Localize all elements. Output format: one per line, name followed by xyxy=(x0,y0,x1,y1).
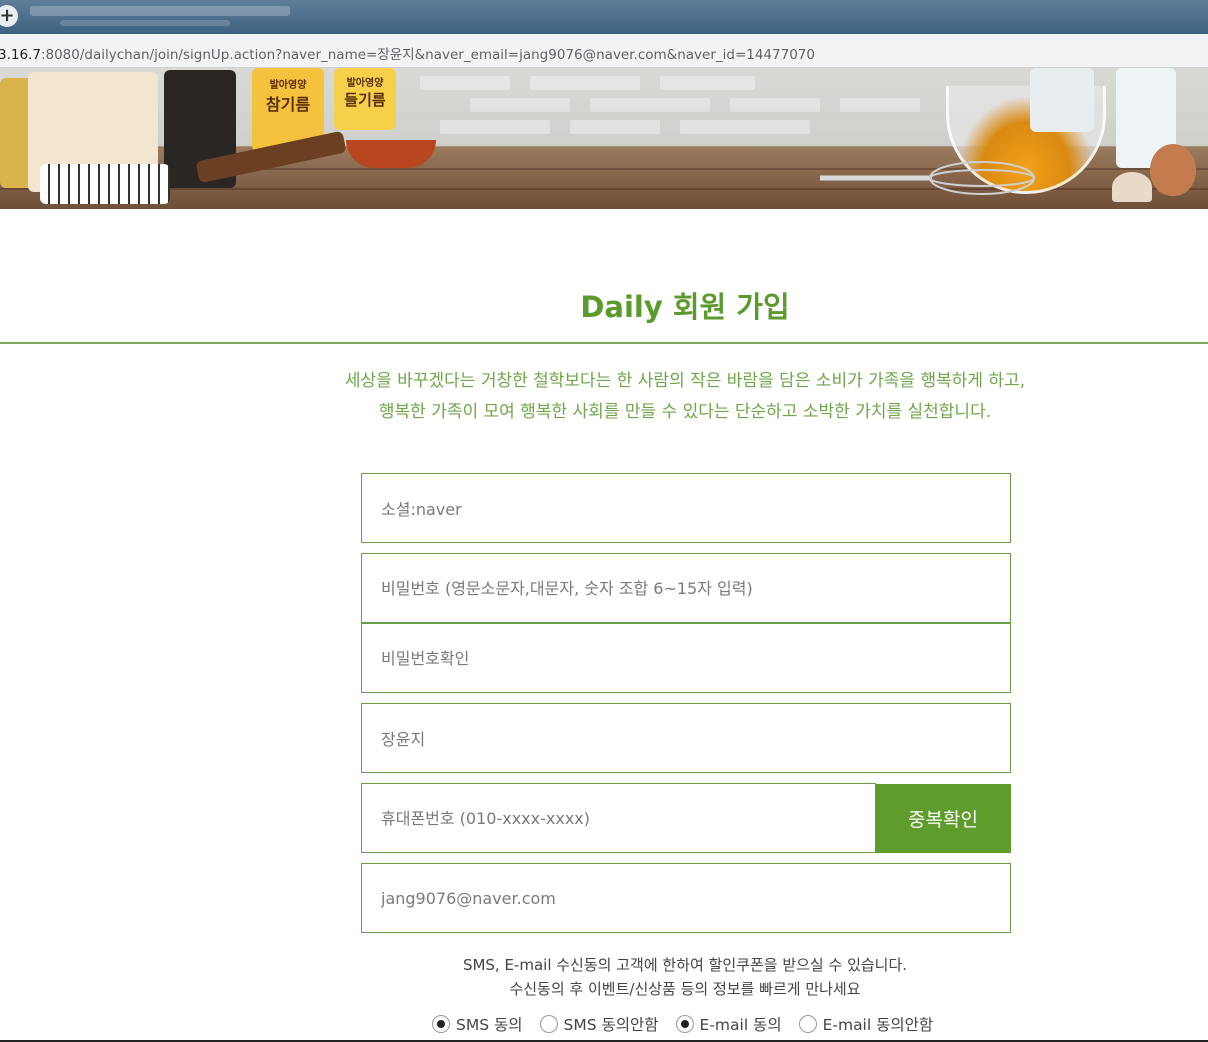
consent-notice-line-2: 수신동의 후 이벤트/신상품 등의 정보를 빠르게 만나세요 xyxy=(509,980,861,998)
radio-label: SMS 동의안함 xyxy=(563,1016,659,1034)
consent-notice: SMS, E-mail 수신동의 고객에 한하여 할인쿠폰을 받으실 수 있습니… xyxy=(0,953,1208,1001)
wall-brick xyxy=(440,120,550,134)
email-field[interactable] xyxy=(361,863,1011,933)
radio-label: E-mail 동의 xyxy=(699,1016,782,1034)
email-agree-radio[interactable]: E-mail 동의 xyxy=(675,1013,782,1035)
password-input[interactable] xyxy=(381,578,1010,598)
title-divider xyxy=(0,342,1208,344)
url-host: 3.16.7 xyxy=(0,47,41,63)
name-field[interactable] xyxy=(361,703,1011,773)
sms-disagree-radio[interactable]: SMS 동의안함 xyxy=(539,1013,659,1035)
radio-unselected-icon[interactable] xyxy=(539,1015,558,1033)
wall-brick xyxy=(660,76,755,90)
url-text[interactable]: 3.16.7:8080/dailychan/join/signUp.action… xyxy=(0,43,815,63)
page-title: Daily 회원 가입 xyxy=(580,290,790,324)
eggshell xyxy=(1112,172,1152,202)
egg xyxy=(1150,144,1196,196)
jar-label: 참기름 xyxy=(265,95,311,114)
wall-brick xyxy=(530,76,640,90)
social-input[interactable] xyxy=(381,498,1010,518)
jar-top-label: 발아영양 xyxy=(346,78,384,89)
radio-label: SMS 동의 xyxy=(456,1016,523,1034)
intro-line-2: 행복한 가족이 모여 행복한 사회를 만들 수 있다는 단순하고 소박한 가치를… xyxy=(378,402,992,422)
phone-field[interactable] xyxy=(361,783,876,853)
address-bar[interactable]: 3.16.7:8080/dailychan/join/signUp.action… xyxy=(0,34,1208,68)
browser-tab-strip: + xyxy=(0,0,1208,34)
duplicate-check-button[interactable]: 중복확인 xyxy=(875,784,1011,853)
tab-subtitle-placeholder xyxy=(60,20,230,26)
password-field[interactable] xyxy=(361,553,1011,623)
tab-title-placeholder[interactable] xyxy=(30,6,290,16)
consent-radio-group: SMS 동의 SMS 동의안함 E-mail 동의 E-mail 동의안함 xyxy=(432,1012,950,1036)
jar-label: 들기름 xyxy=(344,91,386,109)
wall-brick xyxy=(590,98,710,112)
social-field[interactable] xyxy=(361,473,1011,543)
wall-brick xyxy=(840,98,920,112)
sms-agree-radio[interactable]: SMS 동의 xyxy=(432,1013,523,1035)
radio-selected-icon[interactable] xyxy=(432,1015,450,1033)
whisk-icon xyxy=(820,161,1035,195)
password-confirm-field[interactable] xyxy=(361,623,1011,693)
radio-unselected-icon[interactable] xyxy=(798,1015,817,1033)
perilla-oil-bottle: 발아영양 들기름 xyxy=(334,68,396,130)
radio-selected-icon[interactable] xyxy=(675,1015,694,1033)
url-path: :8080/dailychan/join/signUp.action?naver… xyxy=(40,47,815,63)
email-input[interactable] xyxy=(381,888,1010,908)
milk-carton xyxy=(1030,68,1094,132)
hero-banner: 발아영양 참기름 발아영양 들기름 xyxy=(0,68,1208,209)
wall-brick xyxy=(470,98,570,112)
wall-brick xyxy=(570,120,660,134)
password-confirm-input[interactable] xyxy=(381,648,1010,668)
consent-notice-line-1: SMS, E-mail 수신동의 고객에 한하여 할인쿠폰을 받으실 수 있습니… xyxy=(462,956,908,974)
jar-top-label: 발아영양 xyxy=(269,80,307,91)
phone-input[interactable] xyxy=(381,808,875,828)
radio-label: E-mail 동의안함 xyxy=(822,1016,934,1034)
wall-brick xyxy=(730,98,820,112)
intro-line-1: 세상을 바꾸겠다는 거창한 철학보다는 한 사람의 작은 바람을 담은 소비가 … xyxy=(344,371,1026,391)
intro-text: 세상을 바꾸겠다는 거창한 철학보다는 한 사람의 작은 바람을 담은 소비가 … xyxy=(0,366,1208,428)
striped-cloth xyxy=(40,164,170,204)
honey-dish xyxy=(346,140,436,168)
email-disagree-radio[interactable]: E-mail 동의안함 xyxy=(798,1013,934,1035)
new-tab-button[interactable]: + xyxy=(0,5,18,27)
name-input[interactable] xyxy=(381,728,1010,748)
wall-brick xyxy=(680,120,810,134)
wall-brick xyxy=(420,76,510,90)
